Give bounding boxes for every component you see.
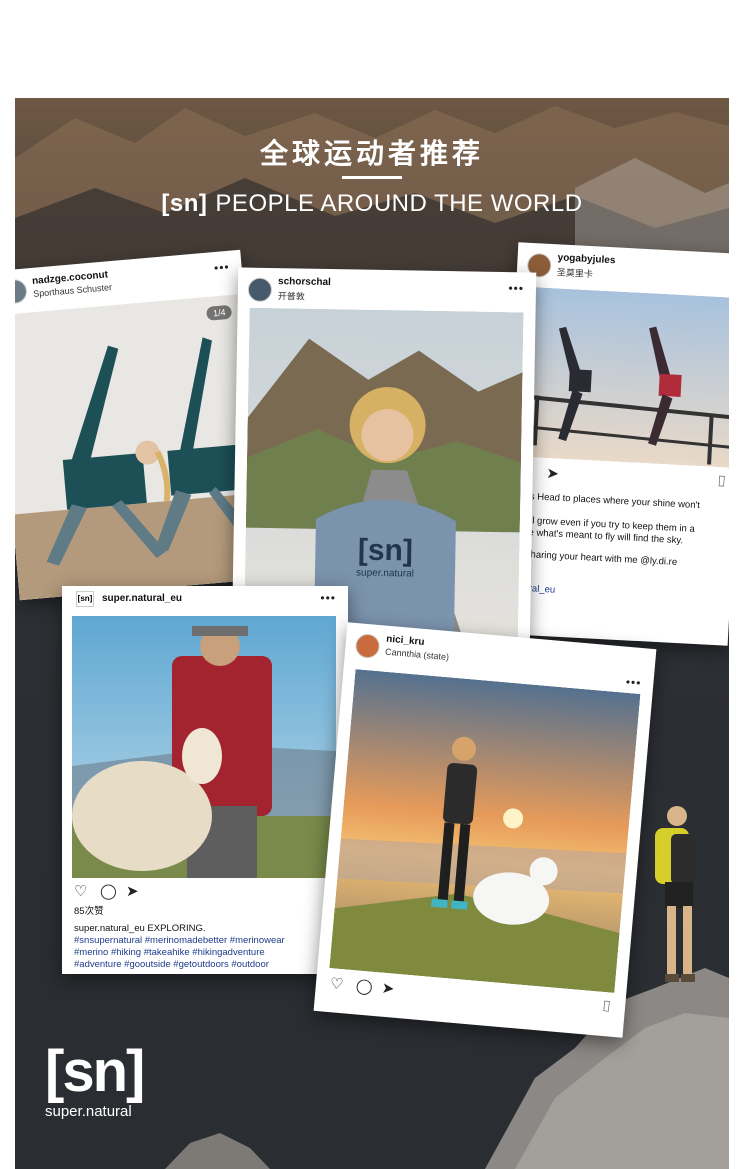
logo-wordmark: super.natural <box>45 1103 132 1120</box>
send-icon[interactable]: ➤ <box>126 882 139 900</box>
post-card-super-natural-eu[interactable]: [sn] super.natural_eu ••• ♡ ◯ ➤ ⌷ 85次赞 <box>62 586 348 974</box>
page-title: 全球运动者推荐 <box>259 137 484 170</box>
page-subtitle: [sn] PEOPLE AROUND THE WORLD <box>15 190 729 218</box>
location[interactable]: 圣莫里卡 <box>557 265 594 280</box>
caption-line: for sharing your heart with me @ly.di.re <box>511 548 678 568</box>
username[interactable]: nici_kru <box>386 634 425 648</box>
post-photo[interactable] <box>72 616 336 878</box>
post-photo[interactable] <box>329 669 641 993</box>
more-dots-icon[interactable]: ••• <box>320 591 336 605</box>
username[interactable]: yogabyjules <box>557 252 615 266</box>
send-icon[interactable]: ➤ <box>381 979 395 998</box>
comment-icon[interactable]: ◯ <box>100 882 117 900</box>
post-photo[interactable] <box>507 286 729 468</box>
logo-mark: [sn] <box>45 1039 145 1104</box>
more-dots-icon[interactable]: ••• <box>213 260 230 275</box>
hashtag-line[interactable]: #merino #hiking #takeahike #hikingadvent… <box>74 947 344 959</box>
shirt-wordmark: super.natural <box>356 568 414 580</box>
like-count[interactable]: 85次赞 <box>74 906 104 918</box>
caption-user[interactable]: super.natural_eu <box>74 923 145 934</box>
post-card-nici-kru[interactable]: nici_kru Cannthia (state) ••• ♡ ◯ ➤ ⌷ <box>313 622 657 1038</box>
post-card-nadzge[interactable]: nadzge.coconut Sporthaus Schuster ••• 1/… <box>15 249 269 601</box>
caption-text: EXPLORING. <box>147 923 206 934</box>
bookmark-icon[interactable]: ⌷ <box>717 473 727 490</box>
avatar[interactable] <box>354 633 381 660</box>
subtitle-brand: [sn] <box>161 190 208 217</box>
caption-line: jules Head to places where your shine wo… <box>514 490 701 512</box>
avatar[interactable] <box>15 278 28 305</box>
username[interactable]: super.natural_eu <box>102 593 182 604</box>
poster: 全球运动者推荐 [sn] PEOPLE AROUND THE WORLD nadz… <box>15 98 729 1169</box>
send-icon[interactable]: ➤ <box>546 464 560 483</box>
subtitle-text: PEOPLE AROUND THE WORLD <box>215 190 583 217</box>
username[interactable]: schorschal <box>278 276 331 288</box>
location[interactable]: 开普敦 <box>278 289 305 302</box>
more-dots-icon[interactable]: ••• <box>508 281 524 295</box>
post-caption: jules Head to places where your shine wo… <box>510 490 729 605</box>
title-divider <box>342 176 402 179</box>
post-caption: super.natural_eu EXPLORING. #snsupernatu… <box>74 923 344 971</box>
heart-icon[interactable]: ♡ <box>74 882 87 900</box>
bookmark-icon[interactable]: ⌷ <box>601 998 611 1016</box>
hashtag-line[interactable]: #snsupernatural #merinomadebetter #merin… <box>74 935 344 947</box>
hashtag-line[interactable]: #adventure #gooutside #getoutdoors #outd… <box>74 959 344 971</box>
avatar[interactable] <box>247 277 273 303</box>
location[interactable]: Cannthia (state) <box>385 647 450 663</box>
avatar[interactable]: [sn] <box>76 591 94 607</box>
more-dots-icon[interactable]: ••• <box>625 675 642 690</box>
heart-icon[interactable]: ♡ <box>329 974 344 993</box>
shirt-brand-mark: [sn] <box>358 534 414 568</box>
post-photo[interactable]: 1/4 <box>15 293 269 601</box>
comment-icon[interactable]: ◯ <box>355 976 373 995</box>
brand-logo: [sn] super.natural <box>45 1039 145 1121</box>
